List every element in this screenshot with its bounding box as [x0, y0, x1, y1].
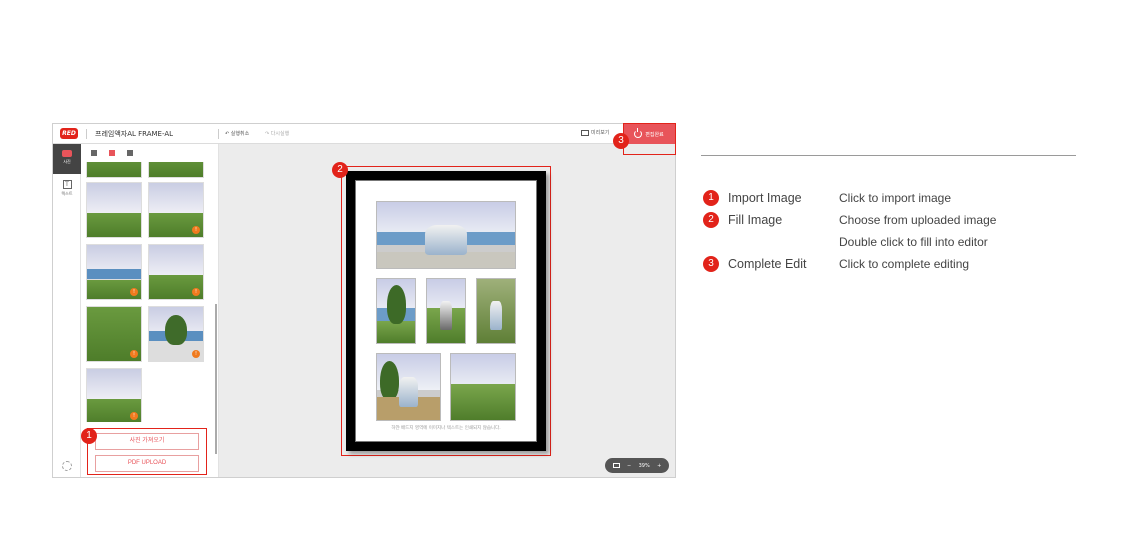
- zoom-control: − 39% +: [605, 458, 669, 473]
- gear-icon[interactable]: [62, 461, 72, 471]
- legend-desc: Click to complete editing: [839, 257, 970, 271]
- callout-box-complete: [623, 123, 676, 155]
- zoom-level: 39%: [638, 462, 650, 469]
- warning-icon: !: [192, 350, 200, 358]
- warning-icon: !: [192, 288, 200, 296]
- photo-thumbnail[interactable]: !: [148, 182, 204, 238]
- list-view-icon[interactable]: [91, 150, 97, 156]
- callout-badge-1: 1: [81, 428, 97, 444]
- legend-desc: Click to import image: [839, 191, 952, 205]
- photo-slot[interactable]: [476, 278, 516, 344]
- warning-icon: !: [192, 226, 200, 234]
- photo-thumbnail[interactable]: !: [86, 306, 142, 362]
- panel-scrollbar[interactable]: [215, 304, 217, 454]
- canvas-caption: 하얀 배드지 영역에 이미지나 텍스트는 인쇄되지 않습니다.: [391, 426, 501, 431]
- frame-mat: 하얀 배드지 영역에 이미지나 텍스트는 인쇄되지 않습니다.: [355, 180, 537, 442]
- photo-slot[interactable]: [376, 201, 516, 269]
- text-icon: T: [62, 180, 72, 189]
- divider: [218, 129, 219, 139]
- frame-selection: 하얀 배드지 영역에 이미지나 텍스트는 인쇄되지 않습니다.: [341, 166, 551, 456]
- editor-window: RED 프레임액자AL FRAME-AL ↶ 실행취소 ↷ 다시실행 미리보기 …: [52, 123, 676, 478]
- left-rail: 사진 T 텍스트: [53, 144, 81, 477]
- photo-thumbnail[interactable]: !: [86, 368, 142, 422]
- photo-thumbnail[interactable]: !: [86, 244, 142, 300]
- camera-icon: [62, 150, 72, 157]
- preview-button[interactable]: 미리보기: [581, 129, 609, 136]
- photo-slot[interactable]: [376, 278, 416, 344]
- divider: [86, 129, 87, 139]
- preview-label: 미리보기: [591, 130, 610, 136]
- grid-view-icon[interactable]: [109, 150, 115, 156]
- photo-thumbnail[interactable]: [148, 162, 204, 178]
- rail-tab-photo[interactable]: 사진: [53, 144, 81, 174]
- zoom-in-button[interactable]: +: [657, 463, 661, 469]
- photo-thumbnail[interactable]: !: [148, 306, 204, 362]
- redo-label: 다시실행: [270, 131, 290, 137]
- legend-badge: 1: [703, 190, 719, 206]
- photo-thumbnail[interactable]: [86, 162, 142, 178]
- rail-text-label: 텍스트: [61, 191, 73, 196]
- legend-badge: 2: [703, 212, 719, 228]
- legend-label: Fill Image: [728, 213, 783, 227]
- warning-icon: !: [130, 412, 138, 420]
- rail-tab-text[interactable]: T 텍스트: [53, 178, 81, 204]
- photo-thumbnail[interactable]: !: [148, 244, 204, 300]
- zoom-out-button[interactable]: −: [627, 463, 631, 469]
- warning-icon: !: [130, 350, 138, 358]
- editor-canvas: 하얀 배드지 영역에 이미지나 텍스트는 인쇄되지 않습니다. − 39% +: [219, 144, 675, 477]
- legend-divider: [701, 155, 1076, 156]
- rail-photo-label: 사진: [63, 159, 71, 164]
- callout-badge-3: 3: [613, 133, 629, 149]
- product-title: 프레임액자AL FRAME-AL: [95, 130, 174, 138]
- photo-thumbnail[interactable]: [86, 182, 142, 238]
- brand-logo: RED: [60, 128, 78, 139]
- monitor-icon: [581, 129, 589, 136]
- undo-icon: ↶: [225, 131, 230, 137]
- legend-badge: 3: [703, 256, 719, 272]
- photo-slot[interactable]: [426, 278, 466, 344]
- callout-badge-2: 2: [332, 162, 348, 178]
- view-options: [91, 150, 133, 156]
- top-toolbar: RED 프레임액자AL FRAME-AL ↶ 실행취소 ↷ 다시실행 미리보기 …: [53, 124, 675, 144]
- legend-label: Import Image: [728, 191, 802, 205]
- photo-slot[interactable]: [376, 353, 441, 421]
- undo-label: 실행취소: [230, 131, 250, 137]
- redo-button[interactable]: ↷ 다시실행: [265, 130, 289, 137]
- photo-thumbnails: ! ! ! ! ! !: [86, 162, 206, 422]
- fit-screen-icon[interactable]: [612, 463, 620, 468]
- warning-icon: !: [130, 288, 138, 296]
- photo-slot[interactable]: [450, 353, 516, 421]
- callout-box-import: [87, 428, 207, 475]
- legend-desc: Double click to fill into editor: [839, 235, 988, 249]
- legend-label: Complete Edit: [728, 257, 807, 271]
- legend-desc: Choose from uploaded image: [839, 213, 997, 227]
- photo-frame: 하얀 배드지 영역에 이미지나 텍스트는 인쇄되지 않습니다.: [346, 171, 546, 451]
- large-view-icon[interactable]: [127, 150, 133, 156]
- undo-button[interactable]: ↶ 실행취소: [225, 130, 249, 137]
- redo-icon: ↷: [265, 131, 270, 137]
